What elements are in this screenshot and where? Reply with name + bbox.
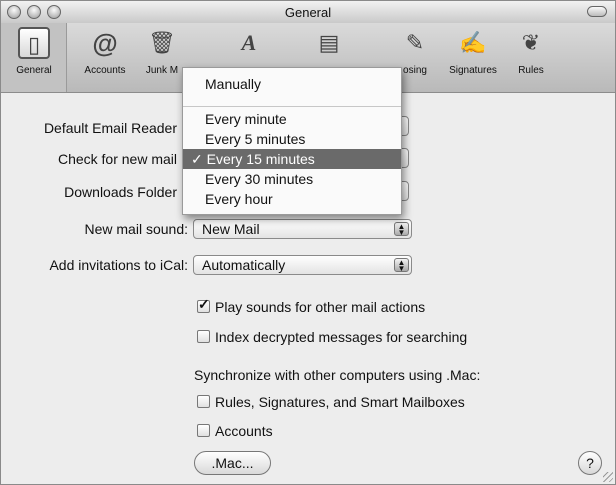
- tab-viewing[interactable]: ▤: [309, 27, 349, 65]
- font-icon: A: [241, 30, 257, 55]
- menu-item-manually[interactable]: Manually: [183, 74, 401, 94]
- play-sounds-label: Play sounds for other mail actions: [215, 299, 426, 315]
- toolbar-toggle-button[interactable]: [587, 6, 607, 17]
- rules-icon: ❦: [521, 30, 541, 55]
- default-email-reader-label: Default Email Reader: [43, 120, 177, 136]
- downloads-folder-label: Downloads Folder: [64, 184, 177, 200]
- preferences-window: General ▯ General @ Accounts 🗑 Junk M A …: [0, 0, 616, 485]
- tab-junk-mail-label: Junk M: [145, 65, 179, 76]
- tab-rules-label: Rules: [518, 65, 544, 76]
- tab-general[interactable]: ▯ General: [3, 27, 65, 76]
- new-mail-sound-popup[interactable]: New Mail ▲ ▼: [193, 219, 412, 239]
- menu-item-every-hour[interactable]: Every hour: [183, 189, 401, 209]
- index-decrypted-checkbox[interactable]: [197, 330, 210, 343]
- menu-item-every-15-minutes[interactable]: ✓ Every 15 minutes: [183, 149, 401, 169]
- add-invitations-label: Add invitations to iCal:: [49, 257, 188, 273]
- menu-item-every-minute[interactable]: Every minute: [183, 109, 401, 129]
- menu-item-every-5-minutes[interactable]: Every 5 minutes: [183, 129, 401, 149]
- tab-general-label: General: [16, 65, 52, 76]
- accounts-sync-label: Accounts: [215, 423, 273, 439]
- resize-grip-icon[interactable]: [603, 472, 613, 482]
- tab-signatures[interactable]: ✍ Signatures: [439, 27, 507, 76]
- rules-sigs-checkbox[interactable]: [197, 395, 210, 408]
- help-button[interactable]: ?: [578, 451, 602, 475]
- play-sounds-checkbox-row[interactable]: Play sounds for other mail actions: [197, 296, 426, 315]
- tab-fonts-colors[interactable]: A: [229, 27, 269, 65]
- play-sounds-checkbox[interactable]: [197, 296, 210, 313]
- new-mail-sound-label: New mail sound:: [84, 221, 189, 237]
- tab-accounts-label: Accounts: [84, 65, 126, 76]
- menu-separator: [183, 106, 401, 107]
- add-invitations-value: Automatically: [202, 257, 286, 273]
- composing-icon: ✎: [405, 30, 425, 55]
- general-icon: ▯: [18, 27, 50, 59]
- popup-arrows-icon: ▲ ▼: [394, 222, 409, 237]
- window-title: General: [284, 5, 332, 20]
- new-mail-sound-value: New Mail: [202, 221, 260, 237]
- accounts-checkbox-row[interactable]: Accounts: [197, 423, 273, 439]
- trash-icon: 🗑: [148, 30, 176, 55]
- mac-button[interactable]: .Mac...: [194, 451, 271, 475]
- rules-sigs-label: Rules, Signatures, and Smart Mailboxes: [215, 394, 465, 410]
- menu-item-every-30-minutes[interactable]: Every 30 minutes: [183, 169, 401, 189]
- rules-sigs-checkbox-row[interactable]: Rules, Signatures, and Smart Mailboxes: [197, 394, 465, 410]
- check-mail-frequency-menu: Manually Every minute Every 5 minutes ✓ …: [182, 67, 402, 215]
- tab-accounts[interactable]: @ Accounts: [75, 27, 135, 76]
- tab-rules[interactable]: ❦ Rules: [511, 27, 551, 76]
- signature-icon: ✍: [459, 30, 487, 55]
- index-decrypted-checkbox-row[interactable]: Index decrypted messages for searching: [197, 329, 467, 345]
- check-new-mail-label: Check for new mail: [57, 151, 177, 167]
- accounts-checkbox[interactable]: [197, 424, 210, 437]
- add-invitations-popup[interactable]: Automatically ▲ ▼: [193, 255, 412, 275]
- tab-signatures-label: Signatures: [449, 65, 497, 76]
- at-icon: @: [92, 28, 118, 58]
- title-bar: General: [1, 1, 615, 23]
- tab-junk-mail[interactable]: 🗑 Junk M: [141, 27, 183, 76]
- viewing-icon: ▤: [318, 30, 340, 55]
- popup-arrows-icon: ▲ ▼: [394, 258, 409, 273]
- sync-heading: Synchronize with other computers using .…: [194, 367, 481, 383]
- index-decrypted-label: Index decrypted messages for searching: [215, 329, 468, 345]
